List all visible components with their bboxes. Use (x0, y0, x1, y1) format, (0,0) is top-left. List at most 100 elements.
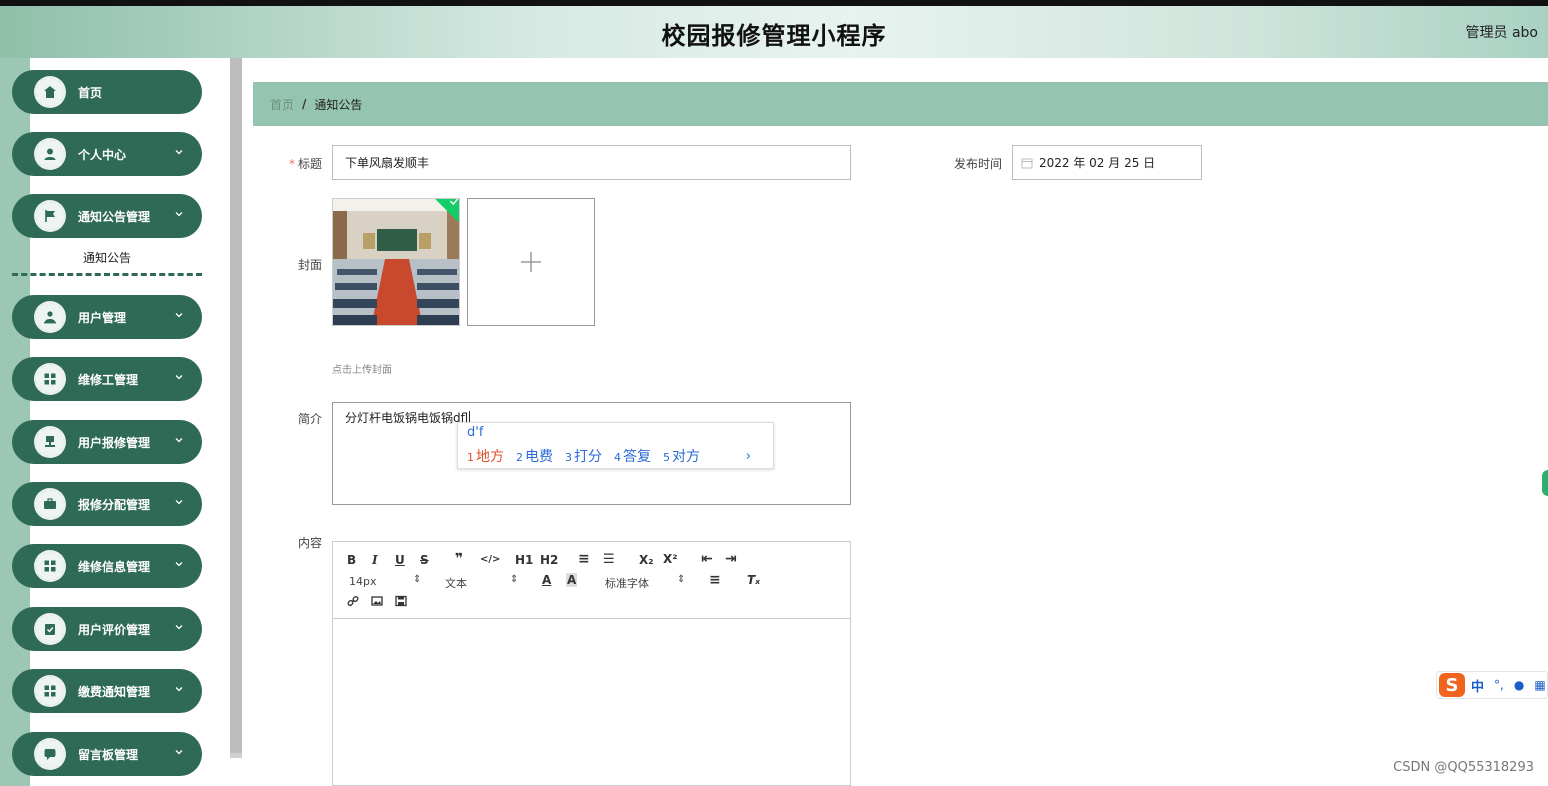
ime-candidate[interactable]: 3 打分 (565, 446, 602, 466)
sidebar-item-user-management[interactable]: 用户管理 (12, 295, 202, 339)
text-style-select[interactable]: 文本 (445, 575, 467, 591)
chevron-down-icon (175, 562, 183, 567)
title-label-text: 标题 (297, 157, 322, 171)
user-icon (34, 138, 66, 170)
publish-time-picker[interactable]: 2022 年 02 月 25 日 (1012, 145, 1202, 180)
upload-cover-button[interactable] (467, 198, 595, 326)
microphone-icon[interactable]: ● (1514, 678, 1524, 692)
flag-icon (34, 200, 66, 232)
background-color-button[interactable]: A (566, 573, 578, 587)
ime-toolbar[interactable]: S 中 °, ● ▦ (1436, 671, 1548, 699)
header1-button[interactable]: H1 (515, 553, 533, 567)
sidebar-item-home[interactable]: 首页 (12, 70, 202, 114)
video-icon[interactable] (395, 595, 407, 607)
chevron-down-icon (175, 212, 183, 217)
plus-icon (521, 252, 541, 272)
required-asterisk: * (288, 157, 295, 171)
chevron-down-icon (175, 150, 183, 155)
font-color-button[interactable]: A (542, 573, 551, 587)
chevron-down-icon (175, 625, 183, 630)
align-button[interactable]: ≡ (709, 572, 721, 588)
link-icon[interactable] (347, 595, 359, 607)
title-label: * 标题 (284, 155, 322, 172)
keyboard-icon[interactable]: ▦ (1534, 678, 1545, 692)
floating-side-button[interactable] (1542, 470, 1548, 496)
sidebar-item-personal-center[interactable]: 个人中心 (12, 132, 202, 176)
scrollbar-thumb[interactable] (230, 58, 242, 753)
ime-candidate-list: 1 地方 2 电费 3 打分 4 答复 5 对方 (467, 446, 700, 466)
code-block-button[interactable]: </> (480, 554, 500, 565)
sidebar-scrollbar[interactable] (230, 58, 242, 758)
header2-button[interactable]: H2 (540, 553, 558, 567)
grid-icon (34, 363, 66, 395)
ime-candidate[interactable]: 4 答复 (614, 446, 651, 466)
ime-pinyin: d'f (467, 425, 484, 440)
upload-hint: 点击上传封面 (332, 365, 392, 376)
sidebar-item-repair-info-management[interactable]: 维修信息管理 (12, 544, 202, 588)
image-icon[interactable] (371, 595, 383, 607)
sidebar-item-label: 报修分配管理 (78, 498, 151, 512)
underline-button[interactable]: U (395, 553, 405, 567)
bold-button[interactable]: B (347, 553, 356, 567)
ime-candidate[interactable]: 2 电费 (516, 446, 553, 466)
outdent-button[interactable]: ⇤ (701, 551, 713, 567)
ime-candidate[interactable]: 5 对方 (663, 446, 700, 466)
sidebar-item-label: 用户管理 (78, 311, 127, 325)
clear-format-button[interactable]: Tₓ (747, 573, 760, 587)
rich-text-editor[interactable]: B I U S ❞ </> H1 H2 ≡ ☰ X₂ X² ⇤ ⇥ 14px ⇕… (332, 541, 851, 786)
intro-textarea-value: 分灯杆电饭锅电饭锅dfl (345, 411, 469, 425)
indent-button[interactable]: ⇥ (725, 551, 737, 567)
sidebar-item-payment-notice-management[interactable]: 缴费通知管理 (12, 669, 202, 713)
font-family-select[interactable]: 标准字体 (605, 575, 649, 591)
sidebar-item-label: 缴费通知管理 (78, 685, 151, 699)
subscript-button[interactable]: X₂ (639, 553, 654, 567)
sidebar-item-user-repair-management[interactable]: 用户报修管理 (12, 420, 202, 464)
editor-toolbar: B I U S ❞ </> H1 H2 ≡ ☰ X₂ X² ⇤ ⇥ 14px ⇕… (333, 542, 850, 619)
person-icon (34, 301, 66, 333)
font-size-select[interactable]: 14px (349, 575, 377, 588)
content-label: 内容 (297, 536, 322, 550)
sidebar-item-repair-assignment[interactable]: 报修分配管理 (12, 482, 202, 526)
chevron-down-icon (175, 500, 183, 505)
publish-time-value: 2022 年 02 月 25 日 (1039, 156, 1156, 170)
strike-button[interactable]: S (420, 553, 429, 567)
home-icon (34, 76, 66, 108)
cover-image-thumbnail[interactable] (332, 198, 460, 326)
ime-punctuation-toggle[interactable]: °, (1494, 678, 1504, 692)
sidebar-item-user-review-management[interactable]: 用户评价管理 (12, 607, 202, 651)
dropdown-arrows-icon: ⇕ (510, 574, 519, 585)
breadcrumb-home[interactable]: 首页 (270, 96, 294, 113)
breadcrumb: 首页 / 通知公告 (253, 82, 1548, 126)
sidebar-item-label: 首页 (78, 86, 103, 100)
bullet-list-button[interactable]: ☰ (603, 552, 615, 567)
ordered-list-button[interactable]: ≡ (578, 551, 590, 567)
intro-label: 简介 (297, 412, 322, 426)
watermark: CSDN @QQ55318293 (1393, 760, 1534, 775)
ime-candidate-popup: d'f 1 地方 2 电费 3 打分 4 答复 5 对方 › (457, 422, 774, 469)
sidebar-item-notice-management[interactable]: 通知公告管理 (12, 194, 202, 238)
grid-icon (34, 550, 66, 582)
publish-time-label: 发布时间 (953, 157, 1002, 171)
italic-button[interactable]: I (372, 553, 378, 567)
breadcrumb-separator: / (302, 97, 307, 111)
chevron-down-icon (175, 687, 183, 692)
calendar-icon (1021, 158, 1033, 168)
current-user[interactable]: 管理员 abo (1466, 22, 1538, 42)
chevron-down-icon (175, 375, 183, 380)
sidebar-item-message-board-management[interactable]: 留言板管理 (12, 732, 202, 776)
classroom-photo (333, 199, 459, 325)
sidebar-item-repairman-management[interactable]: 维修工管理 (12, 357, 202, 401)
chevron-down-icon (175, 438, 183, 443)
title-input[interactable]: 下单风扇发顺丰 (332, 145, 851, 180)
chat-icon (34, 738, 66, 770)
blockquote-button[interactable]: ❞ (455, 551, 463, 567)
ime-language-toggle[interactable]: 中 (1471, 676, 1484, 695)
ime-candidate[interactable]: 1 地方 (467, 446, 504, 466)
superscript-button[interactable]: X² (663, 552, 678, 566)
sidebar-item-label: 个人中心 (78, 148, 127, 162)
dropdown-arrows-icon: ⇕ (677, 574, 686, 585)
ime-next-page-icon[interactable]: › (746, 449, 751, 464)
sidebar-subitem-notice[interactable]: 通知公告 (12, 240, 202, 276)
briefcase-icon (34, 488, 66, 520)
dropdown-arrows-icon: ⇕ (413, 574, 422, 585)
